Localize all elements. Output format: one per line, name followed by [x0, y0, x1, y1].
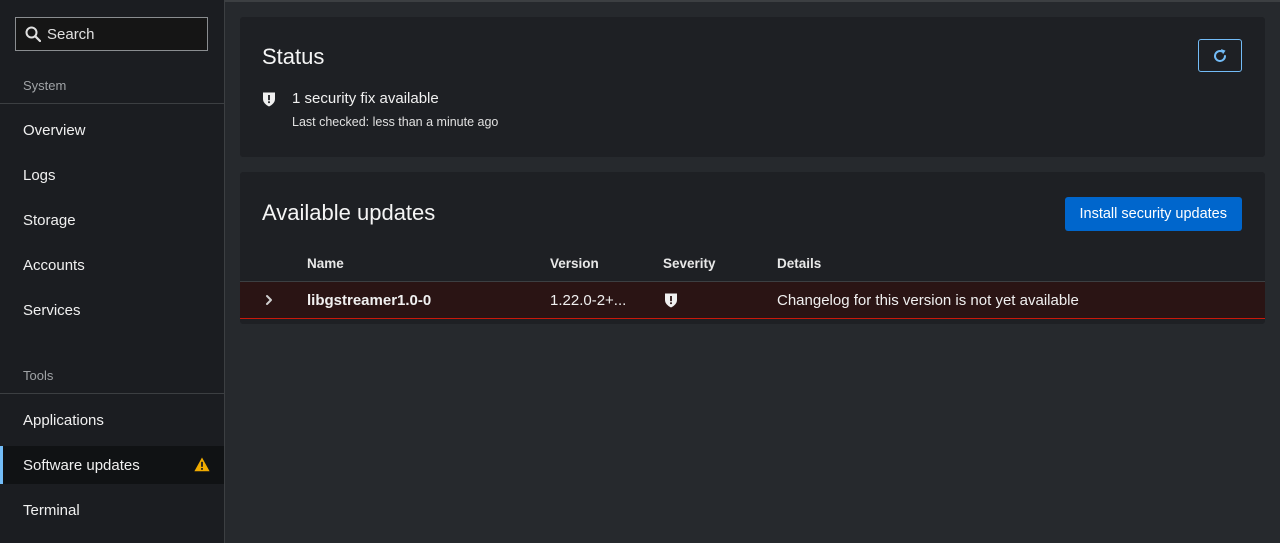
sidebar-item-applications[interactable]: Applications [0, 401, 224, 439]
section-title-tools: Tools [23, 368, 54, 383]
sidebar-item-logs[interactable]: Logs [0, 156, 224, 194]
install-security-updates-button[interactable]: Install security updates [1064, 197, 1242, 231]
column-header-details: Details [777, 256, 822, 271]
column-header-version: Version [550, 256, 599, 271]
table-header: Name Version Severity Details [240, 254, 1265, 282]
sidebar-item-terminal[interactable]: Terminal [0, 491, 224, 529]
security-fix-summary: 1 security fix available [262, 90, 439, 107]
available-updates-card: Available updates Install security updat… [240, 172, 1265, 324]
status-title: Status [262, 44, 325, 69]
search-icon [25, 26, 41, 42]
chevron-right-icon[interactable] [263, 294, 275, 306]
sidebar-item-label: Applications [23, 411, 104, 429]
search-box[interactable] [15, 17, 208, 51]
warning-icon [194, 457, 210, 472]
sidebar-item-label: Logs [23, 166, 56, 184]
package-name: libgstreamer1.0-0 [307, 292, 432, 309]
package-details: Changelog for this version is not yet av… [777, 292, 1079, 309]
search-input[interactable] [47, 25, 187, 43]
column-header-name: Name [307, 256, 344, 271]
sidebar-item-accounts[interactable]: Accounts [0, 246, 224, 284]
column-header-severity: Severity [663, 256, 716, 271]
sidebar-item-storage[interactable]: Storage [0, 201, 224, 239]
updates-title: Available updates [262, 200, 436, 225]
sidebar-item-label: Accounts [23, 256, 85, 274]
sidebar-item-services[interactable]: Services [0, 291, 224, 329]
sidebar-item-label: Services [23, 301, 81, 319]
divider [0, 393, 224, 394]
security-fix-text: 1 security fix available [292, 90, 439, 107]
sidebar-item-label: Terminal [23, 501, 80, 519]
divider [0, 103, 224, 104]
table-row[interactable]: libgstreamer1.0-0 1.22.0-2+... Changelog… [240, 281, 1265, 319]
sidebar-item-software-updates[interactable]: Software updates [0, 446, 224, 484]
package-version: 1.22.0-2+... [550, 292, 627, 309]
shield-icon [665, 293, 677, 308]
sidebar-item-overview[interactable]: Overview [0, 111, 224, 149]
shield-icon [263, 92, 275, 107]
sidebar-item-label: Overview [23, 121, 86, 139]
last-checked-text: Last checked: less than a minute ago [292, 115, 499, 129]
sidebar-item-label: Software updates [23, 456, 140, 474]
status-card: Status 1 security fix available Last che… [240, 17, 1265, 157]
sidebar-item-label: Storage [23, 211, 76, 229]
top-border [225, 0, 1280, 2]
refresh-button[interactable] [1198, 39, 1242, 72]
section-title-system: System [23, 78, 67, 93]
refresh-icon [1214, 48, 1226, 62]
sidebar: System Overview Logs Storage Accounts Se… [0, 0, 225, 543]
